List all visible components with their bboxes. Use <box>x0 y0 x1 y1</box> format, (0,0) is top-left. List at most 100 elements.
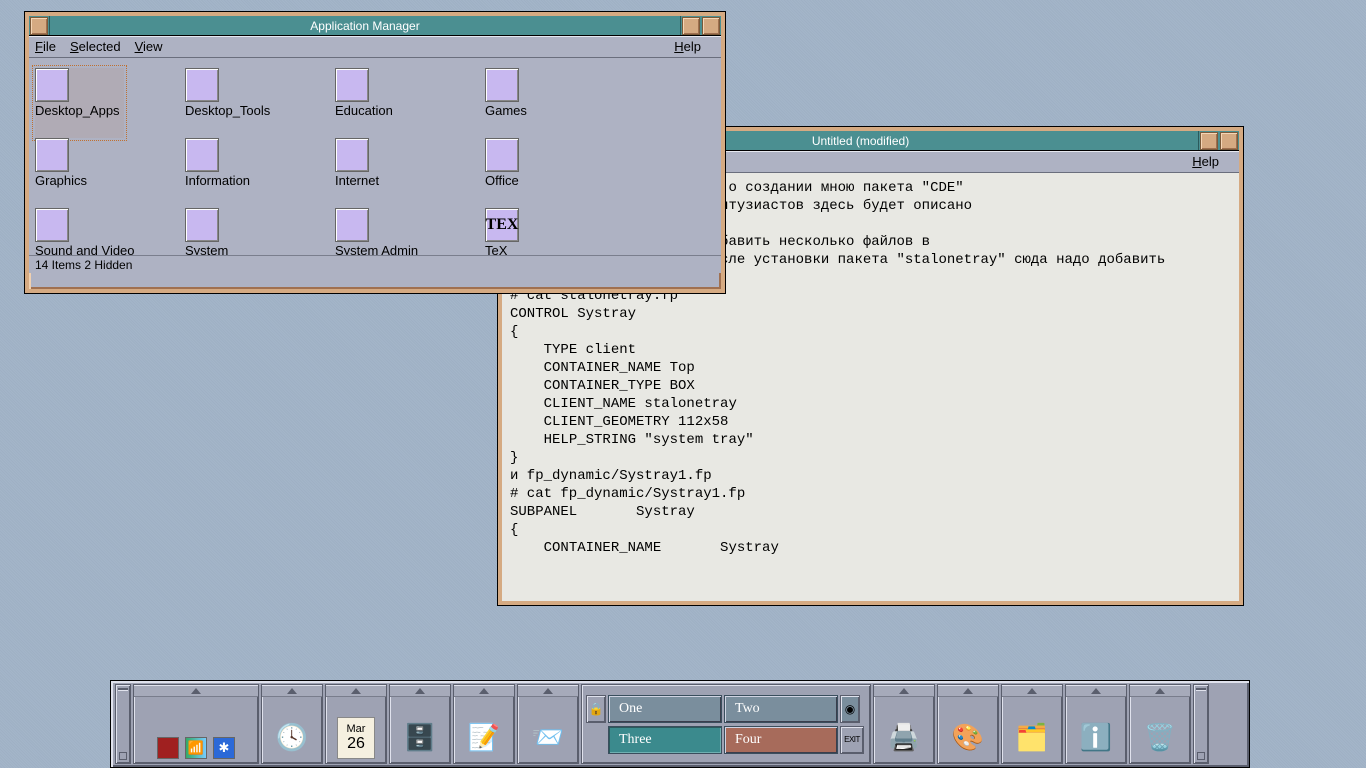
maximize-btn[interactable] <box>702 17 720 35</box>
menu-view[interactable]: View <box>135 39 163 54</box>
app-folder[interactable]: Sound and Video <box>35 208 185 255</box>
minimize-btn[interactable] <box>1200 132 1218 150</box>
menu-help[interactable]: Help <box>674 39 701 54</box>
style-manager-icon: 🎨 <box>946 715 990 759</box>
printer-icon: 🖨️ <box>882 715 926 759</box>
systray-cell: 📶 ✱ <box>133 684 259 764</box>
app-folder[interactable]: Information <box>185 138 335 208</box>
help-cell[interactable]: ℹ️ <box>1065 684 1127 764</box>
workspace-two[interactable]: Two <box>724 695 838 723</box>
folder-label: Sound and Video <box>35 243 135 255</box>
help-icon: ℹ️ <box>1074 715 1118 759</box>
trash-cell[interactable]: 🗑️ <box>1129 684 1191 764</box>
folder-label: Desktop_Apps <box>35 103 120 118</box>
subpanel-arrow[interactable] <box>874 685 934 697</box>
app-folder[interactable]: Desktop_Tools <box>185 68 335 138</box>
folder-label: System Admin <box>335 243 418 255</box>
file-drawer-icon: 🗄️ <box>398 715 442 759</box>
folder-icon: TEX <box>485 208 519 242</box>
subpanel-arrow[interactable] <box>262 685 322 697</box>
folder-label: TeX <box>485 243 507 255</box>
folder-icon <box>185 138 219 172</box>
workspace-three[interactable]: Three <box>608 726 722 754</box>
mail-icon: 📨 <box>526 715 570 759</box>
appmgr-cell[interactable]: 🗂️ <box>1001 684 1063 764</box>
subpanel-arrow[interactable] <box>326 685 386 697</box>
folder-icon <box>485 138 519 172</box>
folder-label: Information <box>185 173 250 188</box>
folder-icon <box>485 68 519 102</box>
appmgr-title: Application Manager <box>49 16 681 35</box>
maximize-btn[interactable] <box>1220 132 1238 150</box>
clock-cell[interactable]: 🕓 <box>261 684 323 764</box>
folder-icon <box>35 138 69 172</box>
folder-label: Games <box>485 103 527 118</box>
flag-icon[interactable] <box>157 737 179 759</box>
menu-help[interactable]: Help <box>1192 154 1219 169</box>
folder-label: Graphics <box>35 173 87 188</box>
calendar-month: Mar <box>347 723 366 735</box>
panel-handle-right[interactable] <box>1193 684 1209 764</box>
calendar-day: 26 <box>347 735 365 753</box>
menu-selected[interactable]: Selected <box>70 39 121 54</box>
notepad-icon: 📝 <box>462 715 506 759</box>
appmgr-menubar: File Selected View Help <box>29 36 721 58</box>
workspace-four[interactable]: Four <box>724 726 838 754</box>
folder-icon <box>335 208 369 242</box>
folder-icon <box>35 208 69 242</box>
folder-icon <box>335 138 369 172</box>
status-bar: 14 Items 2 Hidden <box>29 255 721 273</box>
folder-label: Desktop_Tools <box>185 103 270 118</box>
app-folder[interactable]: Internet <box>335 138 485 208</box>
app-folder[interactable]: Desktop_Apps <box>35 68 124 138</box>
panel-handle-left[interactable] <box>115 684 131 764</box>
subpanel-arrow[interactable] <box>518 685 578 697</box>
app-folder[interactable]: Office <box>485 138 635 208</box>
minimize-btn[interactable] <box>682 17 700 35</box>
lock-button[interactable]: 🔒 <box>586 695 606 723</box>
style-cell[interactable]: 🎨 <box>937 684 999 764</box>
front-panel: 📶 ✱ 🕓 Mar 26 🗄️ 📝 📨 🔒 One Three <box>110 680 1250 768</box>
app-folder[interactable]: TEXTeX <box>485 208 635 255</box>
calendar-icon: Mar 26 <box>337 717 375 759</box>
subpanel-arrow[interactable] <box>134 685 258 697</box>
subpanel-arrow[interactable] <box>390 685 450 697</box>
folder-icon <box>185 68 219 102</box>
exit-button[interactable]: EXIT <box>840 726 864 754</box>
clock-icon: 🕓 <box>270 715 314 759</box>
folder-icon <box>185 208 219 242</box>
workspace-one[interactable]: One <box>608 695 722 723</box>
subpanel-arrow[interactable] <box>454 685 514 697</box>
bluetooth-icon[interactable]: ✱ <box>213 737 235 759</box>
workspace-switcher: 🔒 One Three Two Four ◉ EXIT <box>581 684 871 764</box>
window-menu-btn[interactable] <box>30 17 48 35</box>
appmanager-window: Application Manager File Selected View H… <box>24 11 726 294</box>
icon-grid[interactable]: Desktop_Apps Desktop_Tools Education Games G… <box>29 58 721 255</box>
menu-file[interactable]: File <box>35 39 56 54</box>
appmgr-icon: 🗂️ <box>1010 715 1054 759</box>
subpanel-arrow[interactable] <box>1130 685 1190 697</box>
subpanel-arrow[interactable] <box>1066 685 1126 697</box>
app-folder[interactable]: System <box>185 208 335 255</box>
folder-label: System <box>185 243 228 255</box>
mail-cell[interactable]: 📨 <box>517 684 579 764</box>
folder-label: Education <box>335 103 393 118</box>
appmgr-titlebar[interactable]: Application Manager <box>29 16 721 36</box>
editor-cell[interactable]: 📝 <box>453 684 515 764</box>
app-folder[interactable]: Education <box>335 68 485 138</box>
subpanel-arrow[interactable] <box>938 685 998 697</box>
app-folder[interactable]: Graphics <box>35 138 185 208</box>
busy-light: ◉ <box>840 695 860 723</box>
subpanel-arrow[interactable] <box>1002 685 1062 697</box>
app-folder[interactable]: Games <box>485 68 635 138</box>
filemgr-cell[interactable]: 🗄️ <box>389 684 451 764</box>
trash-icon: 🗑️ <box>1138 715 1182 759</box>
app-folder[interactable]: System Admin <box>335 208 485 255</box>
calendar-cell[interactable]: Mar 26 <box>325 684 387 764</box>
printer-cell[interactable]: 🖨️ <box>873 684 935 764</box>
folder-label: Office <box>485 173 519 188</box>
folder-label: Internet <box>335 173 379 188</box>
folder-icon <box>335 68 369 102</box>
folder-icon <box>35 68 69 102</box>
network-icon[interactable]: 📶 <box>185 737 207 759</box>
